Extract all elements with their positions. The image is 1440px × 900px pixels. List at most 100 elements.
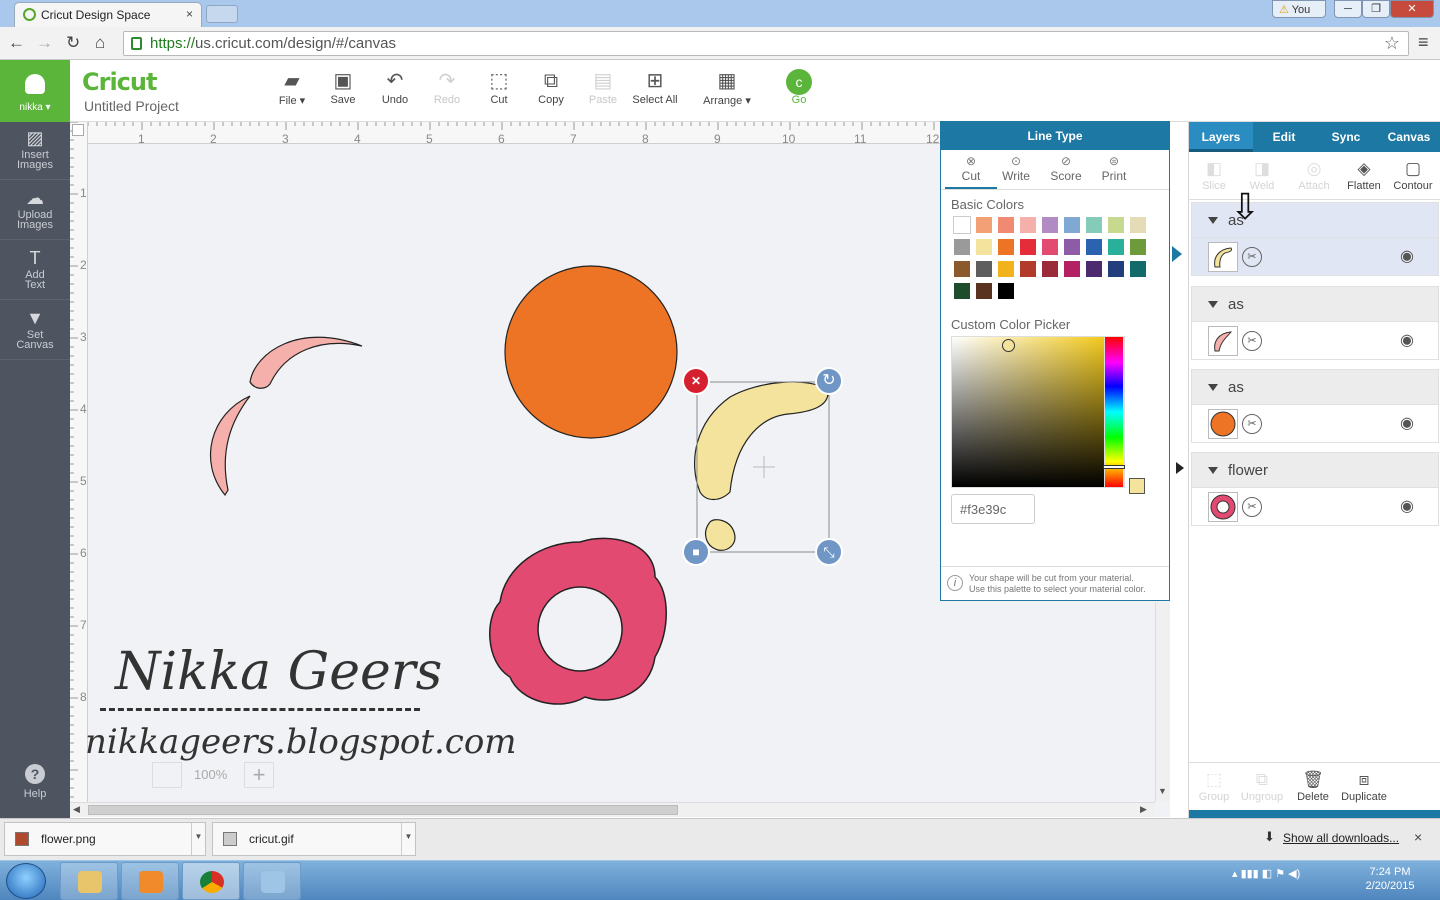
system-tray[interactable]: ▴ ▮▮▮ ◧ ⚑ ◀)	[1232, 867, 1300, 880]
vertical-scrollbar[interactable]: ▼	[1155, 602, 1170, 802]
horizontal-scrollbar[interactable]: ◀ ▶	[70, 802, 1155, 817]
color-swatch[interactable]	[975, 238, 993, 256]
expand-triangle-icon[interactable]	[1208, 467, 1218, 474]
profile-button[interactable]: ⚠ You	[1272, 0, 1326, 18]
color-swatch[interactable]	[1041, 238, 1059, 256]
color-swatch[interactable]	[975, 260, 993, 278]
color-swatch[interactable]	[953, 282, 971, 300]
color-swatch[interactable]	[1063, 238, 1081, 256]
layer-group[interactable]: as ✂ ◉	[1191, 286, 1439, 360]
expand-triangle-icon[interactable]	[1208, 301, 1218, 308]
copy-button[interactable]: ⧉ Copy	[523, 68, 579, 106]
color-swatch[interactable]	[1085, 216, 1103, 234]
undo-button[interactable]: ↶ Undo	[367, 68, 423, 106]
eye-icon[interactable]: ◉	[1400, 496, 1414, 516]
layer-group[interactable]: as ⇩ ✂ ◉	[1191, 189, 1439, 276]
cut-line-icon[interactable]: ✂	[1242, 247, 1262, 267]
tab-sync[interactable]: Sync	[1315, 122, 1377, 152]
color-swatch[interactable]	[1107, 216, 1125, 234]
url-field[interactable]: https://us.cricut.com/design/#/canvas ☆	[123, 31, 1409, 56]
contour-button[interactable]: ▢ Contour	[1388, 158, 1438, 192]
browser-tab[interactable]: Cricut Design Space ×	[14, 2, 202, 27]
taskbar-paint[interactable]	[243, 862, 301, 900]
rotate-handle-icon[interactable]: ↻	[815, 367, 843, 395]
save-button[interactable]: ▣ Save	[315, 68, 371, 106]
color-swatch[interactable]	[1129, 238, 1147, 256]
hex-color-input[interactable]: #f3e39c	[951, 494, 1035, 524]
lock-handle-icon[interactable]: ■	[682, 538, 710, 566]
download-menu-icon[interactable]: ▼	[401, 823, 415, 855]
layer-group[interactable]: as ✂ ◉	[1191, 369, 1439, 443]
redo-button[interactable]: ↷ Redo	[419, 68, 475, 106]
user-menu[interactable]: nikka ▾	[0, 60, 70, 122]
hue-slider[interactable]	[1103, 336, 1125, 488]
tab-close-button[interactable]: ×	[186, 7, 193, 21]
delete-button[interactable]: 🗑 Delete	[1288, 769, 1338, 803]
back-arrow-icon[interactable]: ←	[8, 33, 25, 53]
download-item[interactable]: flower.png ▼	[4, 822, 206, 856]
color-swatch[interactable]	[997, 260, 1015, 278]
forward-arrow-icon[interactable]: →	[36, 33, 53, 53]
minimize-button[interactable]: ─	[1334, 0, 1362, 18]
color-swatch[interactable]	[997, 282, 1015, 300]
eye-icon[interactable]: ◉	[1400, 246, 1414, 266]
new-tab-button[interactable]	[206, 5, 238, 23]
cut-line-icon[interactable]: ✂	[1242, 331, 1262, 351]
zoom-in-icon[interactable]: +	[244, 762, 274, 788]
color-swatch[interactable]	[953, 238, 971, 256]
color-swatch[interactable]	[997, 238, 1015, 256]
maximize-button[interactable]: ❐	[1362, 0, 1390, 18]
layer-row[interactable]: ✂ ◉	[1191, 238, 1439, 276]
tab-layers[interactable]: Layers	[1189, 122, 1253, 152]
scroll-left-icon[interactable]: ◀	[73, 804, 80, 815]
system-clock[interactable]: 7:24 PM 2/20/2015	[1350, 865, 1430, 893]
duplicate-button[interactable]: ⧈ Duplicate	[1339, 769, 1389, 803]
tab-print[interactable]: ⊜ Print	[1088, 153, 1140, 183]
layer-row[interactable]: ✂ ◉	[1191, 405, 1439, 443]
download-menu-icon[interactable]: ▼	[191, 823, 205, 855]
show-all-downloads-link[interactable]: Show all downloads...	[1283, 831, 1399, 845]
color-swatch[interactable]	[1041, 260, 1059, 278]
delete-handle-icon[interactable]: ✕	[682, 367, 710, 395]
cut-line-icon[interactable]: ✂	[1242, 497, 1262, 517]
color-swatch[interactable]	[1063, 260, 1081, 278]
scrollbar-thumb[interactable]	[88, 805, 678, 815]
file-button[interactable]: ▰ File ▾	[264, 68, 320, 107]
select-all-button[interactable]: ⊞ Select All	[627, 68, 683, 106]
taskbar-chrome[interactable]	[182, 862, 240, 900]
layer-row[interactable]: ✂ ◉	[1191, 488, 1439, 526]
sidebar-item-upload-images[interactable]: ☁ Upload Images	[0, 182, 70, 240]
reload-icon[interactable]: ↻	[66, 33, 80, 53]
color-swatch[interactable]	[1019, 238, 1037, 256]
eye-icon[interactable]: ◉	[1400, 330, 1414, 350]
layer-row[interactable]: ✂ ◉	[1191, 322, 1439, 360]
tab-canvas[interactable]: Canvas	[1377, 122, 1440, 152]
color-picker-handle[interactable]	[1002, 339, 1015, 352]
start-button[interactable]	[6, 863, 46, 899]
resize-handle-icon[interactable]: ⤡	[815, 538, 843, 566]
paste-button[interactable]: ▤ Paste	[575, 68, 631, 106]
group-button[interactable]: ⬚ Group	[1189, 769, 1239, 803]
bookmark-star-icon[interactable]: ☆	[1384, 33, 1400, 54]
color-swatch[interactable]	[1129, 216, 1147, 234]
color-swatch[interactable]	[975, 216, 993, 234]
color-swatch[interactable]	[975, 282, 993, 300]
eye-icon[interactable]: ◉	[1400, 413, 1414, 433]
hue-slider-handle[interactable]	[1103, 465, 1125, 469]
arrange-button[interactable]: ▦ Arrange ▾	[699, 68, 755, 107]
color-swatch[interactable]	[953, 260, 971, 278]
color-swatch[interactable]	[1019, 260, 1037, 278]
sidebar-item-insert-images[interactable]: ▨ Insert Images	[0, 122, 70, 180]
ungroup-button[interactable]: ⧉ Ungroup	[1237, 769, 1287, 803]
zoom-control[interactable]: 100% +	[152, 762, 282, 788]
scroll-down-icon[interactable]: ▼	[1158, 786, 1167, 796]
sidebar-item-help[interactable]: ? Help	[0, 764, 70, 800]
tab-score[interactable]: ⊘ Score	[1040, 153, 1092, 183]
collapse-panel-icon[interactable]	[1176, 462, 1184, 474]
taskbar-media-player[interactable]	[121, 862, 179, 900]
color-picker-field[interactable]	[951, 336, 1125, 488]
tab-edit[interactable]: Edit	[1253, 122, 1315, 152]
taskbar-explorer[interactable]	[60, 862, 118, 900]
color-swatch[interactable]	[1063, 216, 1081, 234]
scroll-right-icon[interactable]: ▶	[1140, 804, 1147, 815]
